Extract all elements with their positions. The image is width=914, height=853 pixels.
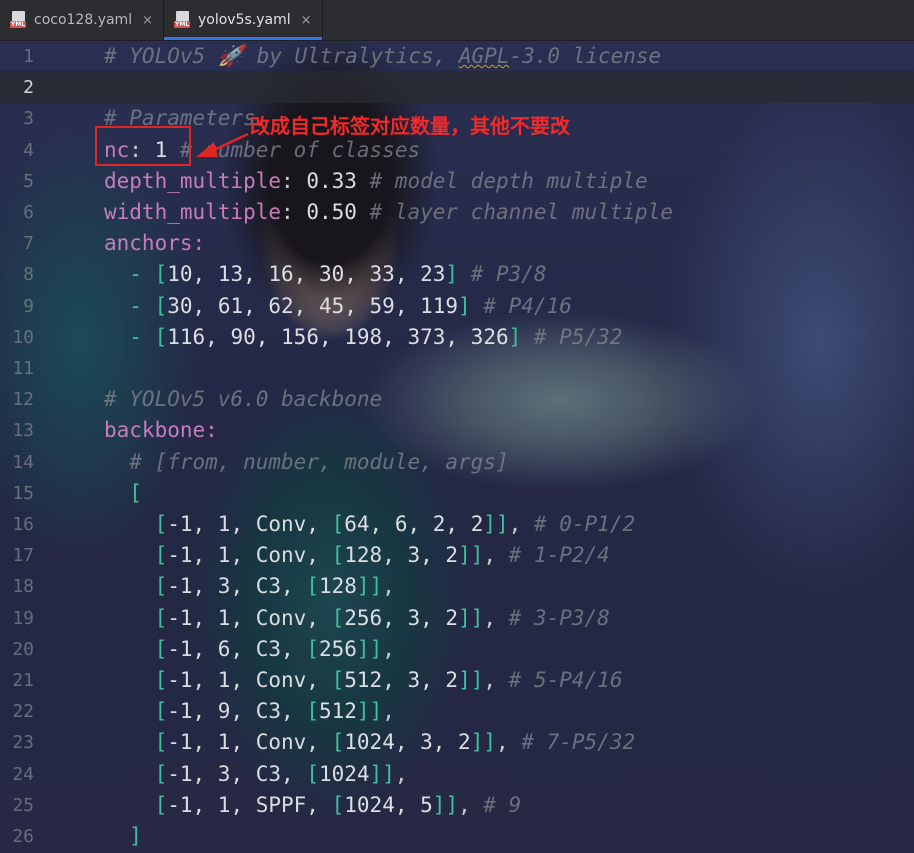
ide-window: YML coco128.yaml × YML yolov5s.yaml × 12… <box>0 0 914 853</box>
code-line-26: ] <box>129 824 142 848</box>
line-number: 26 <box>12 826 34 847</box>
close-icon[interactable]: × <box>301 13 312 28</box>
code-line-12: # YOLOv5 v6.0 backbone <box>104 387 383 412</box>
line-number: 12 <box>12 389 34 411</box>
line-number: 13 <box>12 420 34 442</box>
code-line-20: [-1, 6, C3, [256]], <box>154 636 395 661</box>
code-line-21: [-1, 1, Conv, [512, 3, 2]], # 5-P4/16 <box>154 668 623 692</box>
editor-tab-bar: YML coco128.yaml × YML yolov5s.yaml × <box>0 0 914 41</box>
line-number: 20 <box>12 638 34 660</box>
code-line-19: [-1, 1, Conv, [256, 3, 2]], # 3-P3/8 <box>154 605 610 630</box>
line-number: 11 <box>12 358 34 379</box>
line-number: 19 <box>12 607 34 629</box>
line-number: 25 <box>12 794 34 816</box>
line-number: 9 <box>23 295 34 317</box>
yaml-file-icon: YML <box>174 11 192 29</box>
code-line-18: [-1, 3, C3, [128]], <box>154 574 395 599</box>
code-line-15: [ <box>129 480 142 505</box>
line-number: 16 <box>12 514 34 535</box>
line-number: 24 <box>12 763 34 785</box>
line-number: 14 <box>12 451 34 473</box>
line-number: 18 <box>12 576 34 598</box>
annotation-arrow-icon <box>196 132 249 157</box>
code-line-25: [-1, 1, SPPF, [1024, 5]], # 9 <box>154 792 522 817</box>
code-line-8: - [10, 13, 16, 30, 33, 23] # P3/8 <box>129 262 547 287</box>
yaml-file-icon: YML <box>10 11 28 29</box>
code-line-17: [-1, 1, Conv, [128, 3, 2]], # 1-P2/4 <box>154 543 610 568</box>
code-line-22: [-1, 9, C3, [512]], <box>154 699 395 724</box>
code-line-14: # [from, number, module, args] <box>129 449 509 474</box>
tab-label: coco128.yaml <box>34 12 133 28</box>
line-number: 17 <box>12 545 34 567</box>
code-line-10: - [116, 90, 156, 198, 373, 326] # P5/32 <box>129 324 623 349</box>
code-line-9: - [30, 61, 62, 45, 59, 119] # P4/16 <box>129 293 572 318</box>
line-number: 23 <box>12 732 34 754</box>
line-number: 8 <box>23 264 34 286</box>
close-icon[interactable]: × <box>142 13 153 28</box>
code-editor[interactable]: 1 2 3 4 5 6 7 8 9 10 11 12 13 14 15 16 17 18 19 20 21 22 23 24 2… <box>0 41 914 853</box>
code-line-24: [-1, 3, C3, [1024]], <box>154 761 408 786</box>
tab-coco128-yaml[interactable]: YML coco128.yaml × <box>0 0 163 40</box>
line-number: 22 <box>12 701 34 723</box>
line-number: 15 <box>12 482 34 504</box>
tab-yolov5s-yaml[interactable]: YML yolov5s.yaml × <box>164 0 322 40</box>
code-line-23: [-1, 1, Conv, [1024, 3, 2]], # 7-P5/32 <box>154 730 636 755</box>
code-line-13: backbone: <box>104 418 218 443</box>
line-number: 10 <box>12 326 34 348</box>
tab-label: yolov5s.yaml <box>198 12 291 28</box>
code-line-16: [-1, 1, Conv, [64, 6, 2, 2]], # 0-P1/2 <box>154 512 636 536</box>
annotation-text: 改成自己标签对应数量，其他不要改 <box>250 114 570 138</box>
line-number: 21 <box>12 670 34 691</box>
